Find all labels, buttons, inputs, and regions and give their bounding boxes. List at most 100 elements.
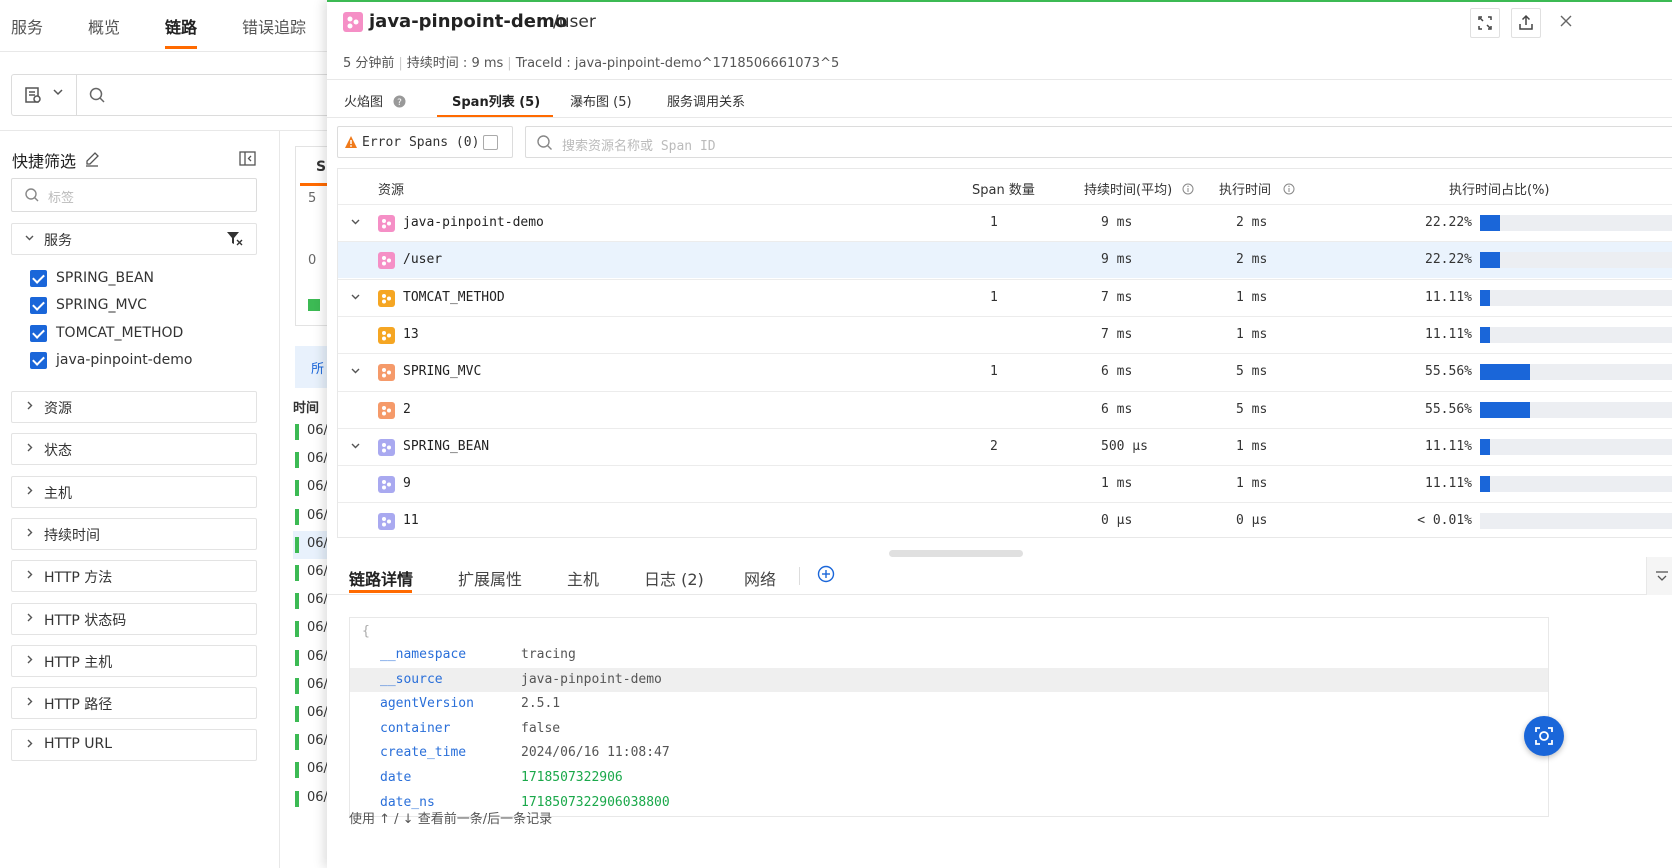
more-options-button[interactable] bbox=[1646, 557, 1672, 595]
tab-services[interactable]: 服务 bbox=[11, 14, 43, 38]
tab-logs[interactable]: 日志 (2) bbox=[644, 566, 704, 590]
link-text[interactable]: 所 bbox=[311, 358, 324, 377]
row-time: 06/ bbox=[307, 507, 328, 523]
span-row[interactable]: SPRING_BEAN 2 500 µs 1 ms 11.11% bbox=[338, 427, 1672, 465]
expand-chevron-icon[interactable] bbox=[350, 440, 361, 454]
row-time: 06/ bbox=[307, 789, 328, 805]
collapse-panel-icon[interactable] bbox=[239, 151, 256, 170]
chevron-down-icon[interactable] bbox=[52, 86, 64, 102]
tab-flame-graph[interactable]: 火焰图 ? bbox=[344, 91, 406, 110]
tab-traces[interactable]: 链路 bbox=[165, 14, 197, 38]
span-type-icon bbox=[378, 364, 395, 382]
exec-pct-bar bbox=[1480, 513, 1672, 530]
fullscreen-button[interactable] bbox=[1470, 8, 1500, 38]
tab-error-tracking[interactable]: 错误追踪 bbox=[242, 14, 306, 38]
span-count: 1 bbox=[990, 364, 998, 380]
detail-value: 2024/06/16 11:08:47 bbox=[521, 745, 670, 761]
detail-row[interactable]: __source java-pinpoint-demo bbox=[350, 667, 1548, 692]
trace-id[interactable]: TraceId : java-pinpoint-demo^17185066610… bbox=[516, 56, 840, 71]
facet-item[interactable]: 资源 bbox=[11, 391, 257, 423]
facet-item[interactable]: 状态 bbox=[11, 433, 257, 466]
span-row[interactable]: 13 7 ms 1 ms 11.11% bbox=[338, 315, 1672, 353]
span-type-icon bbox=[378, 215, 395, 232]
error-spans-toggle[interactable]: Error Spans (0) bbox=[337, 126, 513, 158]
detail-row[interactable]: container false bbox=[350, 717, 1548, 741]
tab-waterfall[interactable]: 瀑布图 (5) bbox=[570, 91, 632, 110]
detail-key: agentVersion bbox=[380, 696, 474, 712]
col-resource[interactable]: 资源 bbox=[378, 179, 404, 198]
span-search-input[interactable]: 搜索资源名称或 Span ID bbox=[525, 126, 1672, 158]
col-span-count[interactable]: Span 数量 bbox=[972, 179, 1035, 198]
span-row[interactable]: SPRING_MVC 1 6 ms 5 ms 55.56% bbox=[338, 353, 1672, 390]
span-type-icon bbox=[378, 326, 395, 344]
row-time: 06/ bbox=[307, 535, 328, 551]
tag-search-input[interactable]: 标签 bbox=[11, 178, 257, 212]
facet-services[interactable]: 服务 bbox=[11, 223, 257, 255]
span-exec-time: 2 ms bbox=[1236, 215, 1268, 230]
span-row[interactable]: 2 6 ms 5 ms 55.56% bbox=[338, 390, 1672, 428]
search-icon bbox=[88, 86, 106, 108]
row-time: 06/ bbox=[307, 620, 328, 636]
span-row[interactable]: TOMCAT_METHOD 1 7 ms 1 ms 11.11% bbox=[338, 278, 1672, 316]
add-tab-icon[interactable] bbox=[817, 565, 835, 587]
span-row[interactable]: java-pinpoint-demo 1 9 ms 2 ms 22.22% bbox=[338, 204, 1672, 241]
saved-query-icon[interactable] bbox=[24, 86, 42, 108]
tab-host[interactable]: 主机 bbox=[567, 566, 599, 590]
share-button[interactable] bbox=[1511, 8, 1541, 38]
screenshot-button[interactable] bbox=[1524, 716, 1564, 756]
exec-pct-bar-fill bbox=[1480, 326, 1490, 343]
tab-network[interactable]: 网络 bbox=[744, 566, 776, 590]
tab-overview[interactable]: 概览 bbox=[88, 14, 120, 38]
col-duration[interactable]: 持续时间(平均) bbox=[1084, 179, 1194, 198]
legend-swatch bbox=[308, 299, 320, 311]
trace-detail-json: { __namespace tracing __source java-pinpoin… bbox=[349, 617, 1549, 817]
chevron-down-icon bbox=[24, 232, 35, 246]
facet-item[interactable]: HTTP 方法 bbox=[11, 560, 257, 593]
tab-span-list[interactable]: Span列表 (5) bbox=[452, 91, 540, 110]
detail-key: container bbox=[380, 720, 451, 736]
tab-extended-attributes[interactable]: 扩展属性 bbox=[458, 566, 522, 590]
facet-item[interactable]: HTTP URL bbox=[11, 729, 257, 762]
expand-chevron-icon[interactable] bbox=[350, 291, 361, 305]
facet-item[interactable]: HTTP 路径 bbox=[11, 687, 257, 720]
keyboard-hint: 使用 ↑ / ↓ 查看前一条/后一条记录 bbox=[349, 812, 553, 827]
span-duration: 1 ms bbox=[1101, 476, 1133, 492]
checkbox-checked[interactable] bbox=[30, 297, 47, 315]
detail-row[interactable]: __namespace tracing bbox=[350, 643, 1548, 667]
expand-chevron-icon[interactable] bbox=[350, 216, 361, 230]
span-duration: 6 ms bbox=[1101, 364, 1133, 380]
close-icon[interactable] bbox=[1559, 14, 1573, 32]
chevron-right-icon bbox=[24, 612, 35, 626]
checkbox-checked[interactable] bbox=[30, 324, 47, 342]
facet-item[interactable]: HTTP 状态码 bbox=[11, 602, 257, 635]
detail-row[interactable]: agentVersion 2.5.1 bbox=[350, 692, 1548, 716]
span-duration: 0 µs bbox=[1101, 513, 1133, 529]
error-spans-checkbox[interactable] bbox=[483, 135, 498, 150]
expand-chevron-icon[interactable] bbox=[350, 365, 361, 379]
tab-trace-details[interactable]: 链路详情 bbox=[349, 566, 413, 590]
tab-service-map[interactable]: 服务调用关系 bbox=[667, 91, 745, 110]
status-bar bbox=[295, 424, 299, 440]
edit-icon[interactable] bbox=[84, 151, 100, 171]
clear-filter-icon[interactable] bbox=[226, 230, 244, 250]
status-bar bbox=[295, 790, 299, 807]
resize-handle[interactable] bbox=[889, 550, 1023, 557]
search-icon bbox=[24, 187, 40, 207]
span-row[interactable]: /user 9 ms 2 ms 22.22% bbox=[338, 241, 1672, 279]
detail-row[interactable]: create_time 2024/06/16 11:08:47 bbox=[350, 741, 1548, 765]
service-name: java-pinpoint-demo bbox=[369, 11, 568, 32]
col-exec-pct[interactable]: 执行时间占比(%) bbox=[1449, 179, 1550, 198]
col-exec-time[interactable]: 执行时间 bbox=[1219, 179, 1295, 198]
span-row[interactable]: 11 0 µs 0 µs < 0.01% bbox=[338, 502, 1672, 539]
query-bar bbox=[11, 74, 351, 116]
status-bar bbox=[295, 480, 299, 497]
checkbox-checked[interactable] bbox=[30, 351, 47, 369]
checkbox-checked[interactable] bbox=[30, 270, 47, 287]
detail-row[interactable]: date 1718507322906 bbox=[350, 766, 1548, 790]
facet-item[interactable]: 持续时间 bbox=[11, 517, 257, 550]
facet-item[interactable]: 主机 bbox=[11, 475, 257, 508]
span-row[interactable]: 9 1 ms 1 ms 11.11% bbox=[338, 465, 1672, 502]
facet-item[interactable]: HTTP 主机 bbox=[11, 644, 257, 677]
row-time: 06/ bbox=[307, 423, 328, 438]
span-type-icon bbox=[378, 401, 395, 419]
